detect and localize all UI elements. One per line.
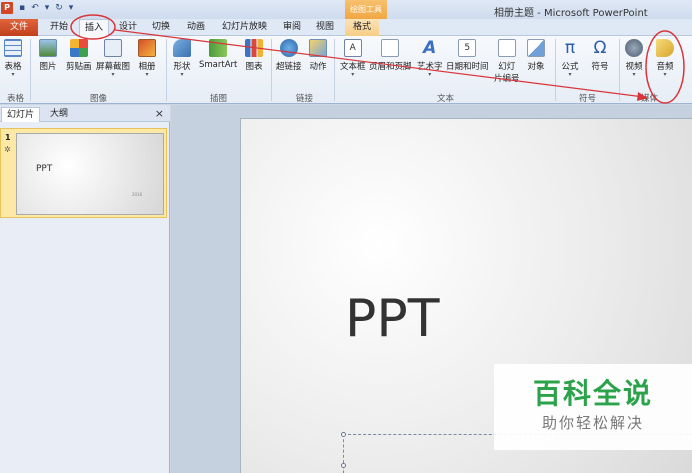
wordart-icon: A — [423, 38, 437, 58]
screenshot-button[interactable]: 屏幕截图 ▾ — [96, 39, 130, 78]
redo-icon[interactable]: ↻ — [54, 3, 64, 13]
audio-button[interactable]: 音频 ▾ — [656, 39, 674, 78]
group-label-symbols: 符号 — [579, 94, 597, 104]
clipart-icon — [69, 39, 88, 57]
tab-home[interactable]: 开始 — [50, 19, 68, 36]
tab-review[interactable]: 审阅 — [283, 19, 301, 36]
drawing-tools-context-label: 绘图工具 — [345, 0, 387, 19]
tab-format[interactable]: 格式 — [345, 19, 380, 36]
thumbnail-title: PPT — [36, 164, 53, 174]
object-icon — [527, 39, 545, 57]
datetime-button[interactable]: 5 日期和时间 — [446, 39, 489, 72]
screenshot-icon — [104, 39, 122, 57]
chart-icon — [245, 39, 263, 57]
action-star-icon — [309, 39, 327, 57]
picture-icon — [39, 39, 57, 57]
header-footer-button[interactable]: 页眉和页脚 — [369, 39, 412, 72]
calendar-icon: 5 — [458, 39, 477, 57]
slides-panel: 幻灯片 大纲 × 1 ✲ PPT 2016 — [0, 105, 170, 473]
tab-transitions[interactable]: 切换 — [152, 19, 170, 36]
tab-slides[interactable]: 幻灯片 — [1, 107, 41, 122]
table-icon — [4, 39, 22, 57]
object-button[interactable]: 对象 — [527, 39, 545, 72]
resize-handle[interactable] — [341, 432, 346, 437]
textbox-button[interactable]: A 文本框 ▾ — [340, 39, 366, 78]
slide-thumbnail[interactable]: PPT 2016 — [16, 133, 164, 215]
tab-insert[interactable]: 插入 — [79, 19, 110, 36]
resize-handle[interactable] — [341, 463, 346, 468]
chart-button[interactable]: 图表 — [245, 39, 263, 72]
slide-number-icon — [497, 39, 516, 57]
close-icon[interactable]: × — [155, 107, 164, 120]
photo-album-icon — [138, 39, 156, 57]
customize-toolbar-icon[interactable]: ▾ — [66, 3, 76, 13]
powerpoint-logo-icon[interactable]: P — [1, 2, 13, 14]
smartart-button[interactable]: SmartArt — [199, 39, 237, 70]
tab-design[interactable]: 设计 — [119, 19, 137, 36]
group-label-media: 媒体 — [641, 94, 659, 104]
clipart-button[interactable]: 剪贴画 — [66, 39, 92, 72]
undo-icon[interactable]: ↶ — [30, 3, 40, 13]
video-button[interactable]: 视频 ▾ — [625, 39, 643, 78]
ribbon-tab-row: 文件 开始 插入 设计 切换 动画 幻灯片放映 审阅 视图 格式 — [0, 19, 692, 36]
tab-slideshow[interactable]: 幻灯片放映 — [222, 19, 267, 36]
title-bar: P ▪ ↶ ▾ ↻ ▾ 绘图工具 相册主题 - Microsoft PowerP… — [0, 0, 692, 19]
speaker-icon — [656, 39, 674, 57]
watermark-logo: 百科全说 助你轻松解决 — [494, 364, 692, 450]
shapes-icon — [173, 39, 191, 57]
undo-dropdown-icon[interactable]: ▾ — [42, 3, 52, 13]
table-button[interactable]: 表格 ▾ — [4, 39, 22, 78]
tab-outline[interactable]: 大纲 — [45, 107, 73, 122]
pi-icon: π — [564, 38, 576, 58]
hyperlink-globe-icon — [279, 39, 298, 57]
window-title: 相册主题 - Microsoft PowerPoint — [494, 8, 648, 19]
slide-number: 1 — [5, 133, 11, 142]
equation-button[interactable]: π 公式 ▾ — [561, 39, 579, 78]
textbox-icon: A — [343, 39, 362, 57]
ribbon-insert: 表格 ▾ 图片 剪贴画 屏幕截图 ▾ 相册 ▾ 形状 ▾ SmartArt 图表 超链接… — [0, 36, 692, 104]
shapes-button[interactable]: 形状 ▾ — [173, 39, 191, 78]
group-label-illustrations: 插图 — [210, 94, 228, 104]
action-button[interactable]: 动作 — [309, 39, 327, 72]
slide-title[interactable]: PPT — [345, 289, 439, 349]
slide-thumbnail-item[interactable]: 1 ✲ PPT 2016 — [0, 128, 167, 218]
film-reel-icon — [625, 39, 643, 57]
group-label-links: 链接 — [296, 94, 314, 104]
group-label-images: 图像 — [90, 94, 108, 104]
header-footer-icon — [381, 39, 400, 57]
wordart-button[interactable]: A 艺术字 ▾ — [417, 39, 443, 78]
photo-album-button[interactable]: 相册 ▾ — [138, 39, 156, 78]
thumbnail-subtitle: 2016 — [132, 192, 143, 197]
tab-animations[interactable]: 动画 — [187, 19, 205, 36]
group-label-tables: 表格 — [7, 94, 25, 104]
slide-number-button[interactable]: 幻灯 片编号 — [494, 39, 520, 84]
group-label-text: 文本 — [437, 94, 455, 104]
symbol-button[interactable]: Ω 符号 — [591, 39, 609, 72]
tab-view[interactable]: 视图 — [316, 19, 334, 36]
smartart-icon — [209, 39, 228, 57]
transition-star-icon: ✲ — [4, 145, 11, 154]
save-icon[interactable]: ▪ — [17, 3, 27, 13]
picture-button[interactable]: 图片 — [39, 39, 57, 72]
tab-file[interactable]: 文件 — [0, 19, 38, 36]
panel-tab-row: 幻灯片 大纲 × — [0, 105, 170, 122]
hyperlink-button[interactable]: 超链接 — [276, 39, 302, 72]
omega-icon: Ω — [593, 38, 607, 58]
